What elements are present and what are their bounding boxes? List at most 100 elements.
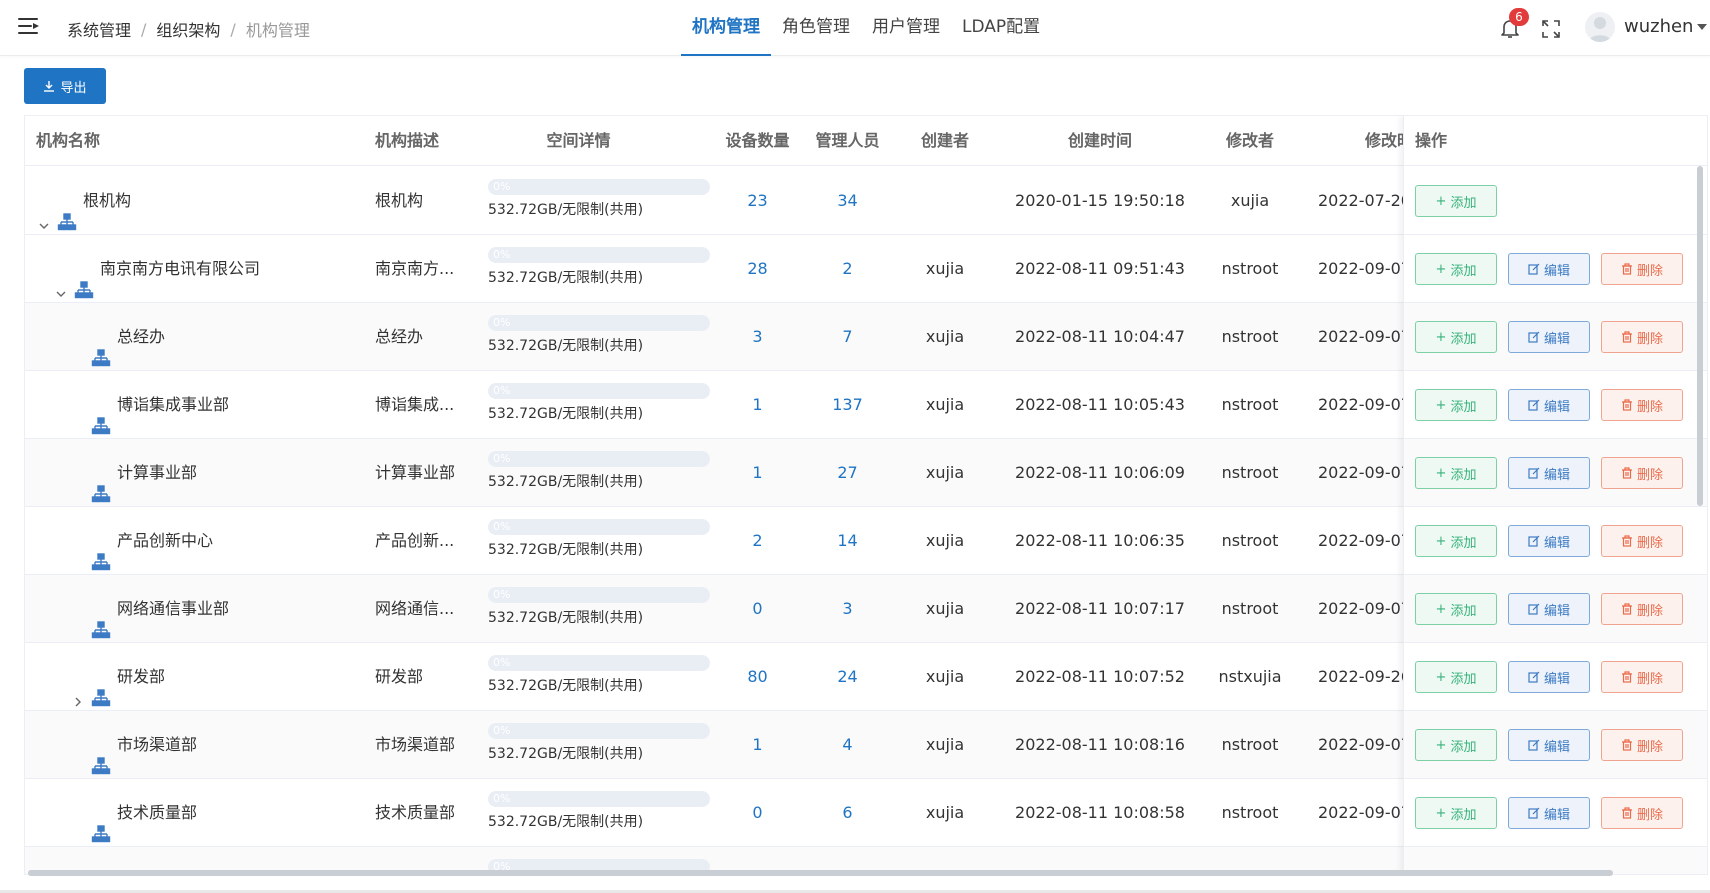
edit-button[interactable]: 编辑	[1508, 593, 1590, 625]
col-header-creator[interactable]: 创建者	[905, 116, 985, 166]
expand-icon[interactable]	[37, 194, 51, 229]
add-button[interactable]: + 添加	[1415, 321, 1497, 353]
col-header-desc[interactable]: 机构描述	[375, 116, 439, 166]
device-count-link[interactable]: 2	[725, 507, 790, 575]
device-count-link[interactable]: 0	[725, 779, 790, 847]
admin-count-link[interactable]: 34	[815, 167, 880, 235]
org-tree-icon	[74, 260, 94, 299]
creator: xujia	[925, 395, 965, 414]
creator: xujia	[925, 327, 965, 346]
delete-button[interactable]: 删除	[1601, 729, 1683, 761]
edit-button[interactable]: 编辑	[1508, 661, 1590, 693]
org-name-cell: 南京南方电讯有限公司	[54, 235, 355, 303]
delete-button[interactable]: 删除	[1601, 525, 1683, 557]
delete-label: 删除	[1636, 671, 1663, 687]
admin-count-link[interactable]: 4	[815, 711, 880, 779]
tab-user-management[interactable]: 用户管理	[861, 0, 951, 56]
device-count-link[interactable]: 1	[725, 711, 790, 779]
admin-count-link[interactable]: 6	[815, 779, 880, 847]
usage-progress-bar: 0%	[488, 791, 710, 807]
horizontal-scrollbar[interactable]	[28, 870, 1613, 876]
delete-button[interactable]: 删除	[1601, 253, 1683, 285]
admin-count-link[interactable]: 24	[815, 643, 880, 711]
add-button[interactable]: + 添加	[1415, 185, 1497, 217]
device-count-link[interactable]: 0	[725, 575, 790, 643]
edit-button[interactable]: 编辑	[1508, 729, 1590, 761]
edit-button[interactable]: 编辑	[1508, 525, 1590, 557]
delete-button[interactable]: 删除	[1601, 661, 1683, 693]
org-name-cell: 根机构	[37, 167, 355, 235]
menu-toggle-icon[interactable]	[18, 15, 40, 37]
col-header-admins[interactable]: 管理人员	[815, 116, 880, 166]
collapse-icon[interactable]	[71, 670, 85, 707]
breadcrumb-item[interactable]: 组织架构	[156, 17, 220, 41]
edit-button[interactable]: 编辑	[1508, 253, 1590, 285]
device-count-link[interactable]: 23	[725, 167, 790, 235]
delete-button[interactable]: 删除	[1601, 457, 1683, 489]
add-button[interactable]: + 添加	[1415, 661, 1497, 693]
device-count-link[interactable]: 1	[725, 371, 790, 439]
org-name-cell: 网络通信事业部	[71, 575, 355, 643]
col-header-created[interactable]: 创建时间	[1015, 116, 1185, 166]
ops-row: + 添加 编辑 删除	[1404, 371, 1707, 439]
modifier: nstroot	[1221, 531, 1279, 550]
username[interactable]: wuzhen	[1624, 16, 1693, 37]
admin-count-link[interactable]: 7	[815, 303, 880, 371]
col-header-name[interactable]: 机构名称	[36, 116, 100, 166]
add-button[interactable]: + 添加	[1415, 797, 1497, 829]
add-button[interactable]: + 添加	[1415, 389, 1497, 421]
add-button[interactable]: + 添加	[1415, 729, 1497, 761]
admin-count-link[interactable]: 27	[815, 439, 880, 507]
breadcrumb-item[interactable]: 系统管理	[67, 17, 131, 41]
add-button[interactable]: + 添加	[1415, 253, 1497, 285]
edit-button[interactable]: 编辑	[1508, 797, 1590, 829]
edit-button[interactable]: 编辑	[1508, 321, 1590, 353]
add-button[interactable]: + 添加	[1415, 457, 1497, 489]
admin-count-link[interactable]: 137	[815, 371, 880, 439]
org-name: 根机构	[83, 191, 132, 210]
admin-count-link[interactable]: 3	[815, 575, 880, 643]
ops-row: + 添加	[1404, 167, 1707, 235]
device-count-link[interactable]: 80	[725, 643, 790, 711]
avatar[interactable]	[1585, 12, 1615, 42]
org-name: 总经办	[117, 327, 166, 346]
admin-count-link[interactable]: 14	[815, 507, 880, 575]
caret-down-icon[interactable]	[1697, 24, 1707, 30]
delete-button[interactable]: 删除	[1601, 797, 1683, 829]
col-header-devices[interactable]: 设备数量	[725, 116, 790, 166]
add-button[interactable]: + 添加	[1415, 525, 1497, 557]
fullscreen-icon[interactable]	[1541, 19, 1561, 39]
export-button[interactable]: 导出	[24, 68, 106, 104]
edit-button[interactable]: 编辑	[1508, 457, 1590, 489]
tab-org-management[interactable]: 机构管理	[681, 0, 771, 56]
usage-progress-bar: 0%	[488, 451, 710, 467]
edit-button[interactable]: 编辑	[1508, 389, 1590, 421]
add-button[interactable]: + 添加	[1415, 593, 1497, 625]
org-name: 计算事业部	[117, 463, 198, 482]
usage-percent: 0%	[493, 656, 511, 669]
org-table: 机构名称 机构描述 空间详情 设备数量 管理人员 创建者 创建时间 修改者 修改…	[24, 115, 1708, 875]
modified-time: 2022-09-07	[1318, 395, 1403, 414]
delete-label: 删除	[1636, 807, 1663, 823]
org-tree-icon	[91, 736, 111, 775]
created-time: 2022-08-11 10:06:35	[1015, 531, 1185, 550]
col-header-modifier[interactable]: 修改者	[1205, 116, 1295, 166]
edit-label: 编辑	[1543, 399, 1570, 415]
vertical-scrollbar[interactable]	[1697, 166, 1703, 506]
device-count-link[interactable]: 3	[725, 303, 790, 371]
device-count-link[interactable]: 28	[725, 235, 790, 303]
tab-role-management[interactable]: 角色管理	[771, 0, 861, 56]
device-count-link[interactable]: 1	[725, 439, 790, 507]
delete-button[interactable]: 删除	[1601, 321, 1683, 353]
space-detail: 0% 532.72GB/无限制(共用)	[488, 643, 710, 711]
col-header-space[interactable]: 空间详情	[468, 116, 689, 166]
admin-count-link[interactable]: 2	[815, 235, 880, 303]
expand-icon[interactable]	[54, 262, 68, 297]
space-detail: 0% 532.72GB/无限制(共用)	[488, 711, 710, 779]
delete-button[interactable]: 删除	[1601, 389, 1683, 421]
edit-icon	[1528, 467, 1540, 479]
modified-time: 2022-09-07	[1318, 803, 1403, 822]
tab-ldap-config[interactable]: LDAP配置	[951, 0, 1051, 56]
col-header-modified[interactable]: 修改时间	[1365, 116, 1403, 166]
delete-button[interactable]: 删除	[1601, 593, 1683, 625]
